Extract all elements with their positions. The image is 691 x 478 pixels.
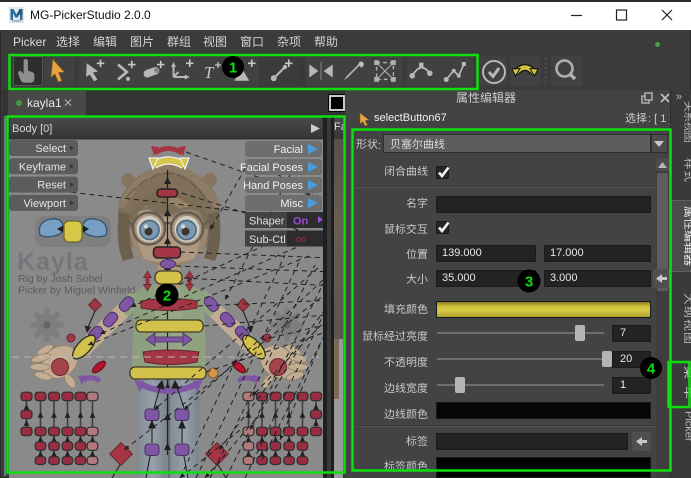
svg-text:1: 1 [229,60,237,77]
svg-text:3: 3 [525,274,533,291]
svg-text:4: 4 [647,361,656,378]
svg-text:2: 2 [163,288,171,305]
